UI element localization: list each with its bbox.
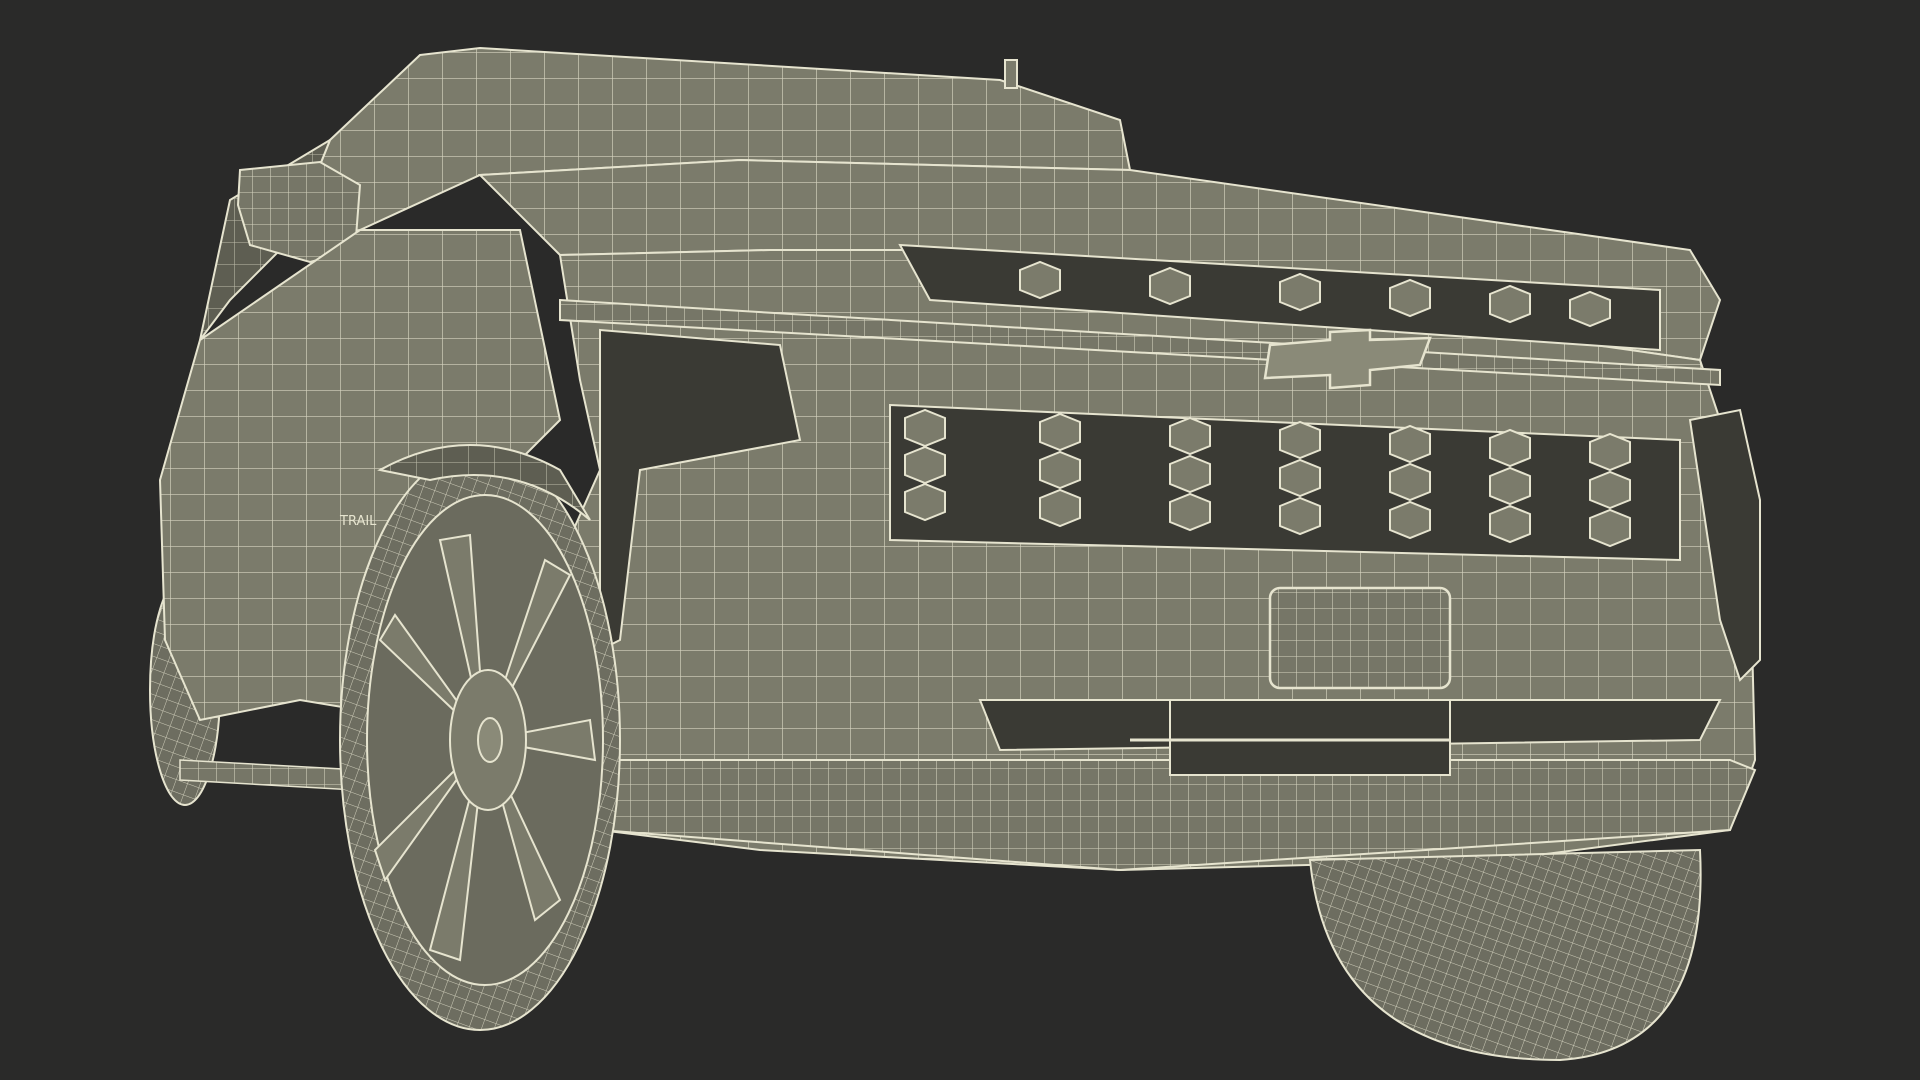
wireframe-render: TRAIL: [149, 46, 1761, 1062]
left-front-wheel: [339, 449, 621, 1031]
trail-badge: TRAIL: [339, 514, 377, 529]
antenna: [1004, 59, 1018, 89]
right-front-wheel: [1308, 848, 1702, 1062]
render-viewport: TRAIL: [0, 0, 1920, 1080]
running-board: [179, 759, 361, 791]
license-plate-recess: [1268, 586, 1452, 690]
